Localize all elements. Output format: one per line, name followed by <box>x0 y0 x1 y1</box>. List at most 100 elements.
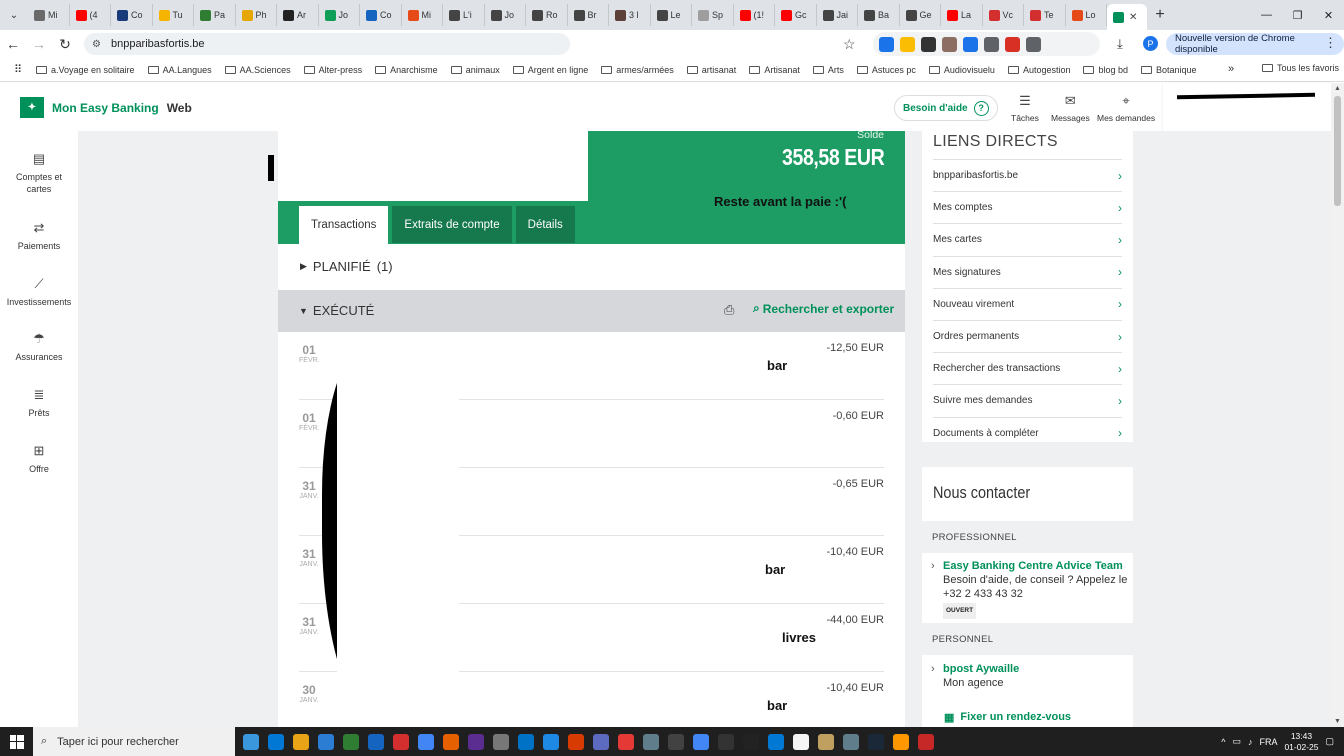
bookmark-folder[interactable]: a.Voyage en solitaire <box>36 65 135 75</box>
taskbar-app-icon[interactable] <box>468 733 484 750</box>
bookmark-folder[interactable]: animaux <box>450 65 500 75</box>
browser-tab[interactable]: Jo <box>485 4 526 26</box>
tasks-button[interactable]: ☰ Tâches <box>1011 93 1039 123</box>
browser-tab[interactable]: Ar <box>277 4 319 26</box>
taskbar-app-icon[interactable] <box>868 733 884 750</box>
taskbar-app-icon[interactable] <box>318 733 334 750</box>
appointment-link[interactable]: ▦ Fixer un rendez-vous <box>944 711 1071 724</box>
browser-tab[interactable]: Co <box>111 4 153 26</box>
extension-icon[interactable] <box>921 36 936 52</box>
taskbar-app-icon[interactable] <box>693 733 709 750</box>
extension-icon[interactable] <box>984 36 999 52</box>
page-scrollbar[interactable]: ▲ ▼ <box>1331 83 1344 727</box>
bookmark-folder[interactable]: Anarchisme <box>375 65 438 75</box>
nav-offer[interactable]: ⊞ Offre <box>0 444 78 475</box>
taskbar-app-icon[interactable] <box>493 733 509 750</box>
extension-icon[interactable] <box>879 36 894 52</box>
new-tab-button[interactable]: + <box>1147 6 1173 24</box>
bookmark-folder[interactable]: Audiovisuelu <box>928 65 995 75</box>
browser-tab[interactable]: Le <box>651 4 692 26</box>
bookmark-folder[interactable]: Arts <box>812 65 844 75</box>
taskbar-app-icon[interactable] <box>593 733 609 750</box>
browser-tab[interactable]: Ba <box>858 4 900 26</box>
messages-button[interactable]: ✉ Messages <box>1051 93 1090 123</box>
volume-icon[interactable]: ♪ <box>1248 737 1253 747</box>
perso-contact[interactable]: › bpost Aywaille Mon agence <box>931 662 1019 690</box>
close-window-icon[interactable]: ✕ <box>1313 0 1344 30</box>
reload-icon[interactable]: ↻ <box>52 30 78 58</box>
taskbar-app-icon[interactable] <box>918 733 934 750</box>
nav-loans[interactable]: ≣ Prêts <box>0 388 78 419</box>
download-icon[interactable]: ⤓ <box>1117 36 1123 52</box>
bookmark-folder[interactable]: Botanique <box>1141 65 1197 75</box>
browser-tab[interactable]: L'i <box>443 4 485 26</box>
taskbar-app-icon[interactable] <box>893 733 909 750</box>
taskbar-app-icon[interactable] <box>643 733 659 750</box>
forward-icon[interactable]: → <box>26 30 52 58</box>
bookmark-folder[interactable]: Alter-press <box>303 65 362 75</box>
executed-toggle[interactable]: ▼ EXÉCUTÉ <box>299 303 374 318</box>
taskbar-app-icon[interactable] <box>418 733 434 750</box>
direct-link[interactable]: Mes comptes › <box>933 191 1122 223</box>
help-button[interactable]: Besoin d'aide ? <box>894 95 998 121</box>
nav-accounts[interactable]: ▤ Comptes et cartes <box>0 152 78 195</box>
direct-link[interactable]: Nouveau virement › <box>933 287 1122 320</box>
scroll-thumb[interactable] <box>1334 96 1341 206</box>
taskbar-app-icon[interactable] <box>393 733 409 750</box>
minimize-icon[interactable]: — <box>1251 0 1282 30</box>
browser-tab[interactable]: La <box>941 4 983 26</box>
taskbar-app-icon[interactable] <box>818 733 834 750</box>
browser-tab[interactable]: Tu <box>153 4 194 26</box>
tab-details[interactable]: Détails <box>515 206 575 243</box>
bookmark-folder[interactable]: blog bd <box>1083 65 1128 75</box>
profile-avatar[interactable]: P <box>1143 36 1158 51</box>
bookmarks-overflow-icon[interactable]: » <box>1228 63 1234 75</box>
browser-tab[interactable]: Gc <box>775 4 817 26</box>
user-menu-box[interactable] <box>1163 83 1331 133</box>
active-tab[interactable]: ✕ <box>1107 4 1147 30</box>
nav-insurance[interactable]: ☂ Assurances <box>0 332 78 363</box>
bookmark-folder[interactable]: Artisanat <box>749 65 800 75</box>
site-info-icon[interactable]: ⚙ <box>92 39 101 50</box>
browser-tab[interactable]: Vc <box>983 4 1024 26</box>
browser-tab[interactable]: Ph <box>236 4 277 26</box>
taskbar-app-icon[interactable] <box>368 733 384 750</box>
taskbar-search[interactable]: ⌕ Taper ici pour rechercher <box>33 727 235 756</box>
nav-investments[interactable]: ⟋ Investissements <box>0 277 78 308</box>
browser-tab[interactable]: Ro <box>526 4 568 26</box>
taskbar-app-icon[interactable] <box>543 733 559 750</box>
browser-tab[interactable]: (4 <box>70 4 111 26</box>
bookmark-folder[interactable]: AA.Langues <box>147 65 212 75</box>
browser-tab[interactable]: Br <box>568 4 609 26</box>
direct-link[interactable]: Rechercher des transactions › <box>933 352 1122 384</box>
taskbar-app-icon[interactable] <box>743 733 759 750</box>
back-icon[interactable]: ← <box>0 30 26 58</box>
planned-section-toggle[interactable]: ▶ PLANIFIÉ (1) <box>300 259 393 274</box>
browser-tab[interactable]: Mi <box>402 4 443 26</box>
taskbar-app-icon[interactable] <box>518 733 534 750</box>
language-indicator[interactable]: FRA <box>1259 737 1277 747</box>
bookmark-folder[interactable]: Astuces pc <box>856 65 916 75</box>
browser-tab[interactable]: Jai <box>817 4 858 26</box>
tray-chevron-icon[interactable]: ^ <box>1221 737 1225 747</box>
bookmark-folder[interactable]: Autogestion <box>1007 65 1070 75</box>
bookmark-folder[interactable]: artisanat <box>686 65 736 75</box>
browser-tab[interactable]: Pa <box>194 4 236 26</box>
bookmark-folder[interactable]: Argent en ligne <box>512 65 588 75</box>
menu-more-icon[interactable]: ⋮ <box>1324 35 1337 51</box>
tab-statements[interactable]: Extraits de compte <box>392 206 512 243</box>
browser-tab[interactable]: Ge <box>900 4 941 26</box>
requests-button[interactable]: ⌖ Mes demandes <box>1097 93 1155 123</box>
scroll-down-icon[interactable]: ▼ <box>1334 718 1341 725</box>
taskbar-app-icon[interactable] <box>268 733 284 750</box>
tab-transactions[interactable]: Transactions <box>299 206 389 244</box>
bookmark-star-icon[interactable]: ☆ <box>843 36 856 53</box>
browser-tab[interactable]: Lo <box>1066 4 1107 26</box>
browser-tab[interactable]: 3 l <box>609 4 651 26</box>
direct-link[interactable]: Mes cartes › <box>933 223 1122 255</box>
browser-tab[interactable]: Co <box>360 4 402 26</box>
taskbar-app-icon[interactable] <box>718 733 734 750</box>
bookmark-folder[interactable]: armes/armées <box>601 65 674 75</box>
nav-payments[interactable]: ⇄ Paiements <box>0 221 78 252</box>
direct-link[interactable]: Suivre mes demandes › <box>933 384 1122 416</box>
